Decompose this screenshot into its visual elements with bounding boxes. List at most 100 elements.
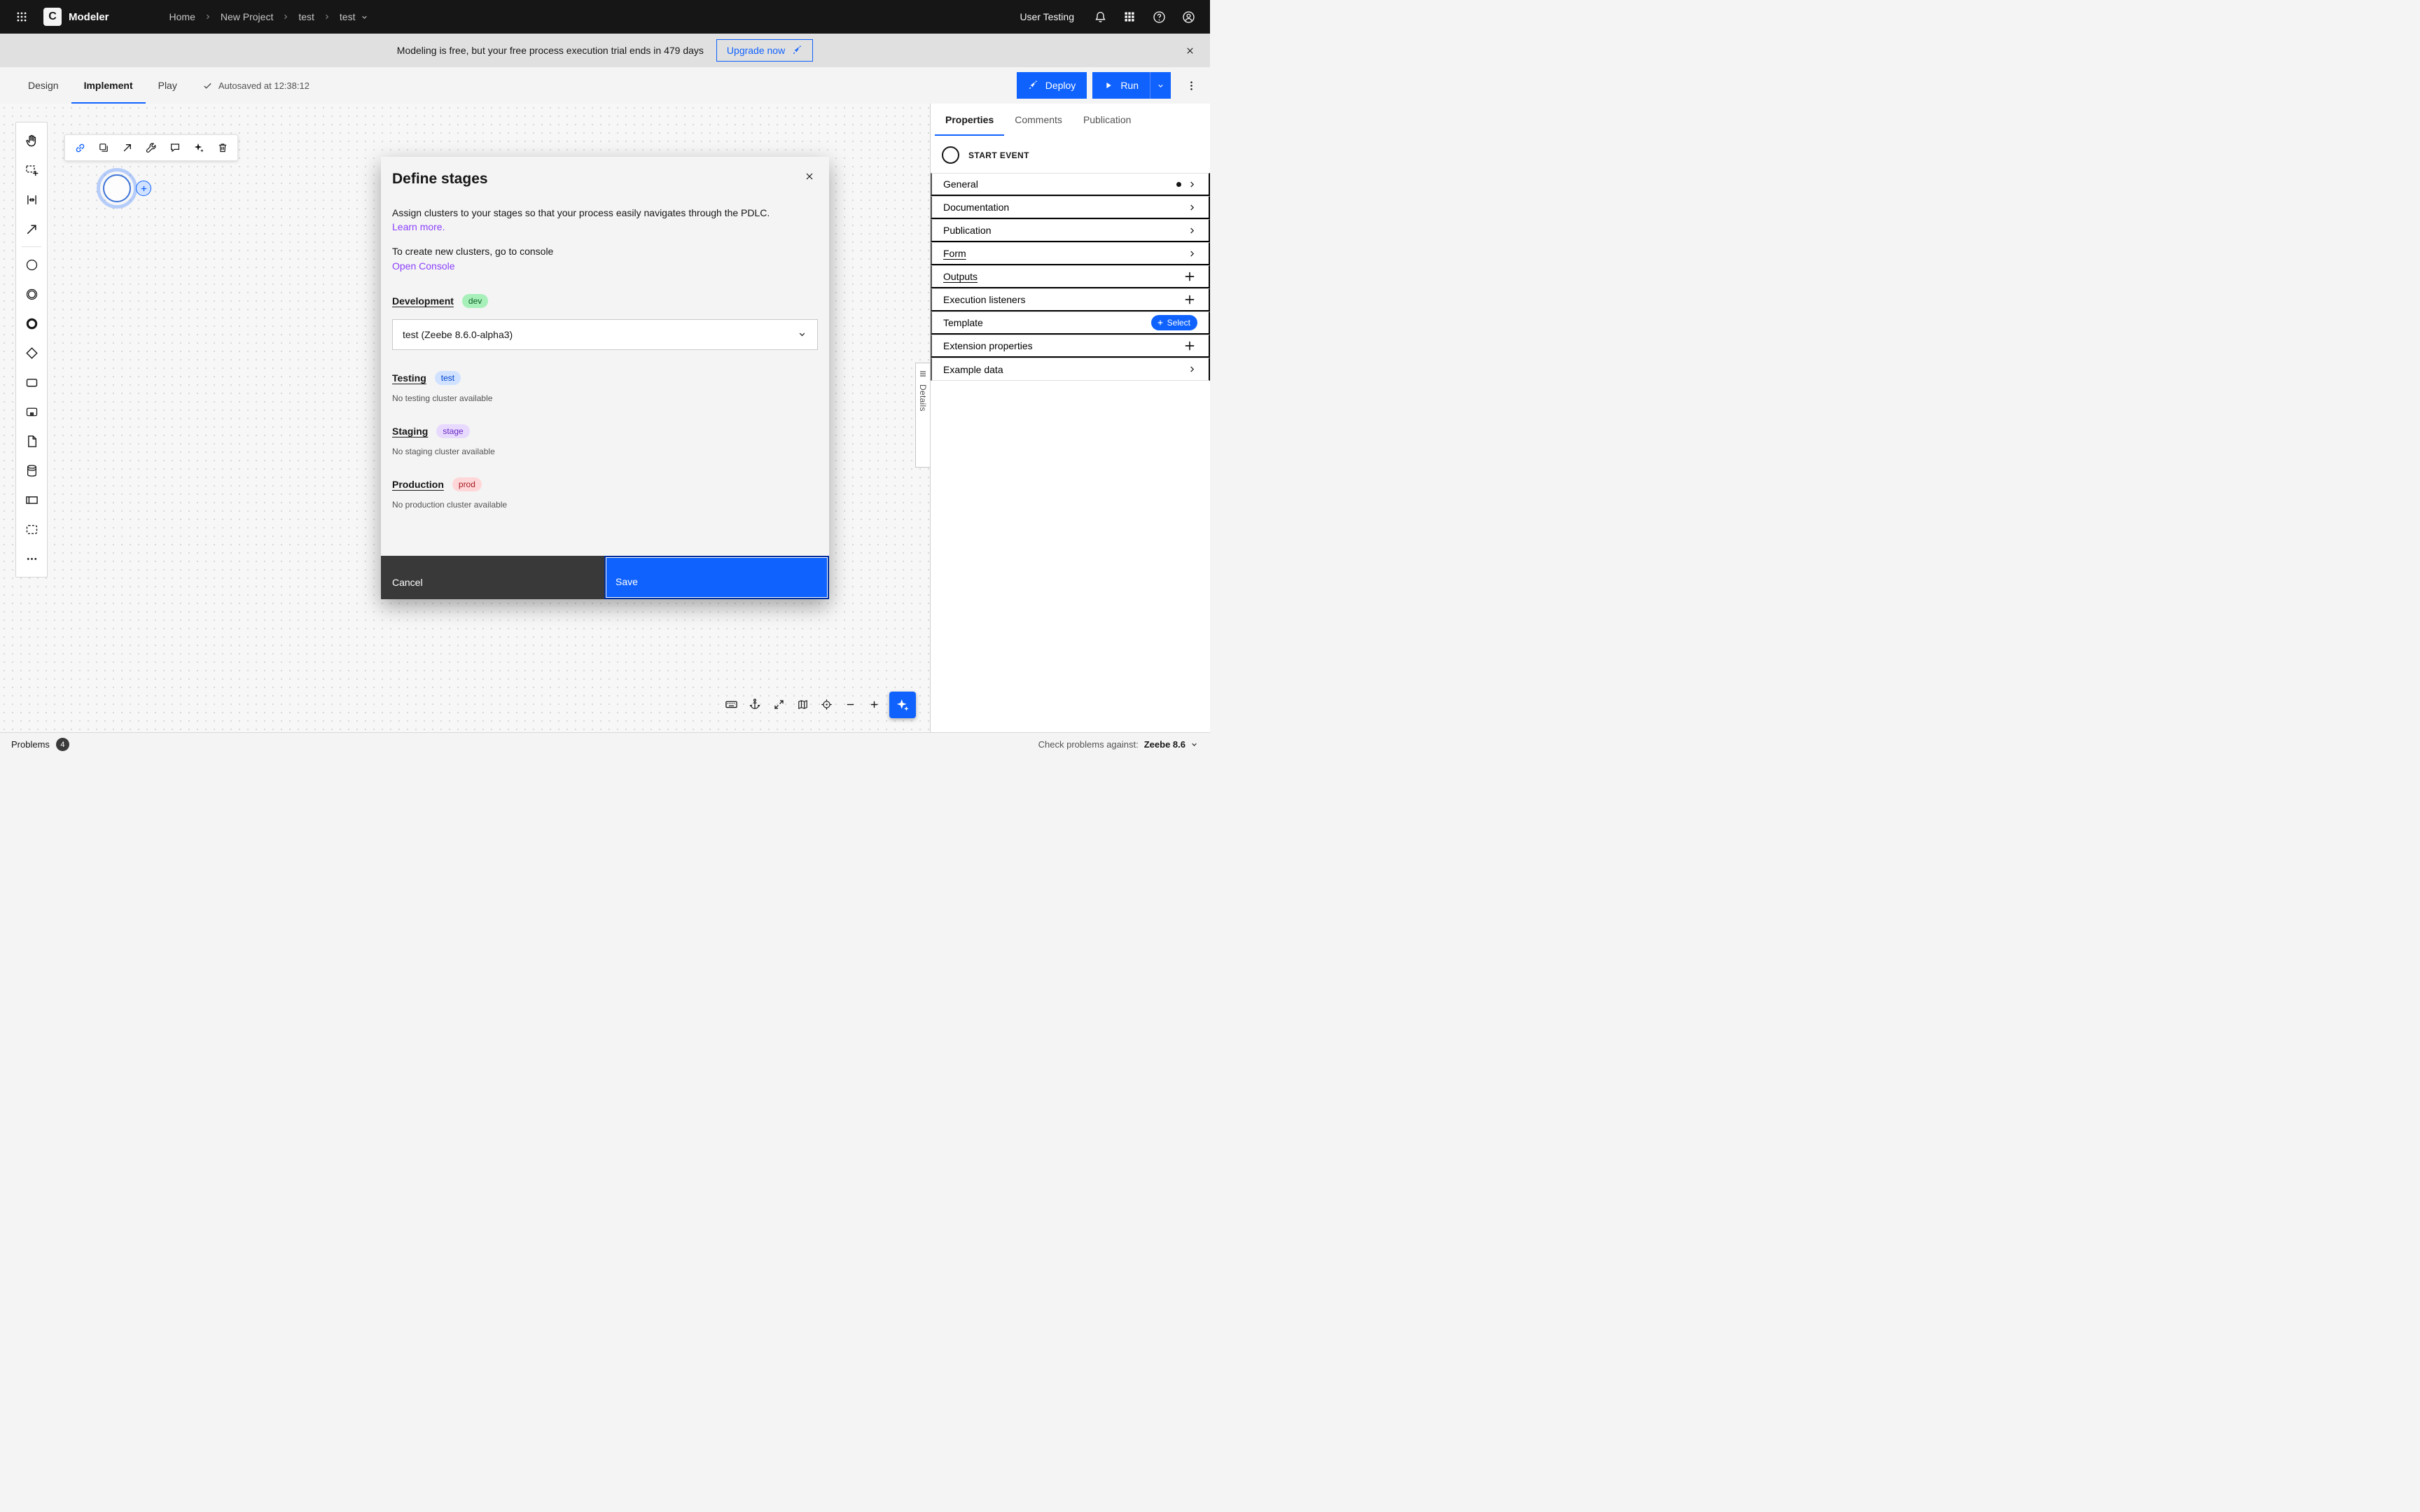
append-connect-button[interactable]: [116, 136, 139, 159]
delete-button[interactable]: [211, 136, 234, 159]
group-outputs[interactable]: Outputs: [931, 265, 1210, 288]
stage-empty-text: No testing cluster available: [392, 393, 493, 403]
zoom-out-button[interactable]: [840, 694, 860, 714]
run-button[interactable]: Run: [1092, 72, 1150, 99]
details-drawer-tab[interactable]: Details: [915, 363, 930, 468]
help-button[interactable]: [1147, 5, 1171, 29]
zoom-in-button[interactable]: [864, 694, 884, 714]
create-gateway[interactable]: [18, 338, 46, 368]
mode-toolbar: Design Implement Play Autosaved at 12:38…: [0, 67, 1210, 104]
hand-tool[interactable]: [18, 126, 46, 155]
modal-close-button[interactable]: [795, 162, 823, 190]
open-console-link[interactable]: Open Console: [392, 260, 455, 272]
zoom-out-icon: [847, 704, 854, 705]
create-group[interactable]: [18, 514, 46, 544]
wrench-button[interactable]: [140, 136, 162, 159]
copy-button[interactable]: [92, 136, 115, 159]
create-intermediate-event[interactable]: [18, 279, 46, 309]
status-bar: Problems 4 Check problems against: Zeebe…: [0, 732, 1210, 756]
global-connect-tool[interactable]: [18, 214, 46, 244]
cancel-button[interactable]: Cancel: [381, 556, 604, 599]
group-template[interactable]: Template Select: [931, 312, 1210, 335]
template-select-button[interactable]: Select: [1150, 315, 1197, 330]
save-button[interactable]: Save: [604, 556, 829, 599]
engine-version-label: Zeebe 8.6: [1143, 739, 1185, 750]
create-data-object[interactable]: [18, 426, 46, 456]
notifications-button[interactable]: [1088, 5, 1112, 29]
comment-button[interactable]: [164, 136, 186, 159]
deploy-label: Deploy: [1045, 80, 1076, 91]
trial-banner-message: Modeling is free, but your free process …: [396, 45, 704, 56]
run-label: Run: [1120, 80, 1139, 91]
keyboard-shortcuts-button[interactable]: [721, 694, 741, 714]
tab-publication[interactable]: Publication: [1073, 104, 1142, 136]
profile-button[interactable]: [1176, 5, 1200, 29]
run-button-group: Run: [1092, 72, 1171, 99]
banner-close-button[interactable]: [1178, 38, 1202, 62]
run-options-button[interactable]: [1150, 72, 1171, 99]
breadcrumb-project[interactable]: New Project: [221, 11, 273, 22]
start-event-shape[interactable]: [103, 174, 131, 202]
add-icon[interactable]: [1182, 292, 1197, 307]
breadcrumb-home[interactable]: Home: [169, 11, 195, 22]
stage-empty-text: No production cluster available: [392, 499, 508, 510]
group-extension-properties[interactable]: Extension properties: [931, 335, 1210, 358]
create-start-event[interactable]: [18, 250, 46, 279]
upgrade-now-button[interactable]: Upgrade now: [716, 39, 814, 62]
more-tools[interactable]: [18, 544, 46, 573]
lasso-tool[interactable]: [18, 155, 46, 185]
camunda-logo: C: [43, 8, 62, 26]
chevron-down-icon: [361, 15, 367, 19]
chevron-right-icon: [1190, 366, 1195, 372]
ai-suggest-button[interactable]: [188, 136, 210, 159]
anchor-button[interactable]: [745, 694, 765, 714]
bpmn-palette: [15, 122, 48, 578]
copy-icon: [99, 144, 108, 152]
stage-badge: dev: [461, 293, 489, 308]
append-element-button[interactable]: [136, 181, 151, 196]
link-button[interactable]: [69, 136, 91, 159]
group-execution-listeners[interactable]: Execution listeners: [931, 288, 1210, 312]
create-data-store[interactable]: [18, 456, 46, 485]
tab-properties[interactable]: Properties: [935, 104, 1004, 136]
trial-banner: Modeling is free, but your free process …: [0, 34, 1210, 67]
plus-icon: [1157, 320, 1163, 326]
chevron-right-icon: [1190, 204, 1195, 210]
group-general[interactable]: General: [931, 173, 1210, 196]
engine-version-selector[interactable]: Zeebe 8.6: [1144, 739, 1199, 750]
group-example-data[interactable]: Example data: [931, 358, 1210, 381]
fullscreen-button[interactable]: [769, 694, 788, 714]
group-documentation[interactable]: Documentation: [931, 196, 1210, 219]
tab-design[interactable]: Design: [15, 67, 71, 104]
breadcrumb-current[interactable]: test: [340, 11, 369, 22]
minimap-button[interactable]: [793, 694, 812, 714]
create-subprocess[interactable]: [18, 397, 46, 426]
sparkle-icon: [194, 143, 204, 153]
learn-more-link[interactable]: Learn more.: [392, 221, 445, 232]
check-problems-label: Check problems against:: [1038, 739, 1139, 750]
group-publication[interactable]: Publication: [931, 219, 1210, 242]
create-task[interactable]: [18, 368, 46, 397]
chevron-right-icon: [1190, 181, 1195, 187]
stage-name: Testing: [392, 372, 426, 384]
reset-zoom-button[interactable]: [816, 694, 836, 714]
tab-implement[interactable]: Implement: [71, 67, 146, 104]
group-trailing: [1187, 225, 1197, 236]
create-participant[interactable]: [18, 485, 46, 514]
development-cluster-dropdown[interactable]: test (Zeebe 8.6.0-alpha3): [392, 318, 818, 350]
group-form[interactable]: Form: [931, 242, 1210, 265]
create-end-event[interactable]: [18, 309, 46, 338]
app-switcher-button[interactable]: [10, 5, 34, 29]
deploy-button[interactable]: Deploy: [1016, 72, 1087, 99]
copilot-button[interactable]: [889, 692, 916, 718]
breadcrumb-folder[interactable]: test: [298, 11, 314, 22]
problems-toggle[interactable]: Problems 4: [11, 738, 69, 751]
tab-play[interactable]: Play: [146, 67, 190, 104]
add-icon[interactable]: [1182, 269, 1197, 284]
modal-footer: Cancel Save: [381, 556, 829, 599]
tab-comments[interactable]: Comments: [1004, 104, 1073, 136]
add-icon[interactable]: [1182, 338, 1197, 354]
overflow-menu-button[interactable]: [1179, 74, 1203, 97]
space-tool[interactable]: [18, 185, 46, 214]
switcher-button[interactable]: [1118, 5, 1141, 29]
